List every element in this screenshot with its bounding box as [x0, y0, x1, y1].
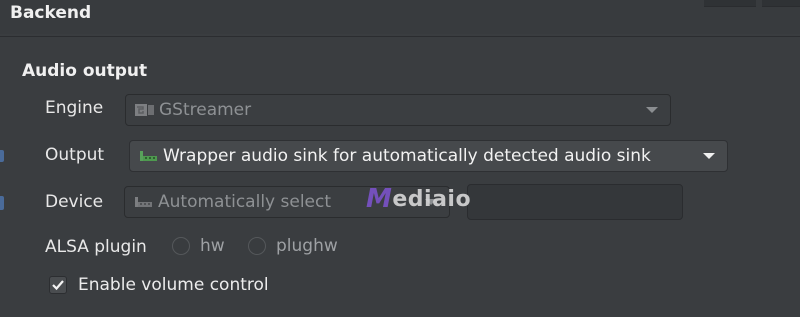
engine-combo[interactable]: GStreamer — [125, 94, 671, 126]
volume-control-label: Enable volume control — [78, 275, 269, 295]
radio-plughw-label: plughw — [276, 236, 338, 256]
chevron-down-icon — [703, 153, 715, 159]
section-heading: Audio output — [22, 61, 148, 81]
header-bar — [0, 0, 800, 34]
scroll-indicator — [0, 150, 4, 162]
gstreamer-icon — [134, 102, 156, 118]
radio-plughw[interactable] — [248, 237, 266, 255]
volume-control-checkbox[interactable] — [49, 276, 67, 294]
output-combo[interactable]: Wrapper audio sink for automatically det… — [129, 140, 728, 172]
checkmark-icon — [52, 280, 64, 291]
toolbar-segment — [704, 0, 756, 7]
audio-sink-icon — [138, 148, 160, 164]
engine-value: GStreamer — [159, 100, 252, 120]
panel-title: Backend — [10, 3, 92, 23]
scroll-indicator — [0, 196, 4, 210]
radio-hw-label: hw — [200, 236, 225, 256]
device-value: Automatically select — [158, 192, 332, 212]
backend-settings-panel: Backend Audio output Engine GStreamer Ou… — [0, 0, 800, 317]
alsa-plugin-label: ALSA plugin — [45, 237, 147, 257]
device-label: Device — [45, 192, 104, 212]
device-entry[interactable] — [467, 184, 683, 220]
header-divider — [0, 36, 800, 37]
output-value: Wrapper audio sink for automatically det… — [163, 146, 651, 166]
audio-sink-icon — [133, 194, 155, 210]
toolbar-segment — [762, 0, 800, 7]
chevron-down-icon — [646, 107, 658, 113]
radio-hw[interactable] — [172, 237, 190, 255]
output-label: Output — [45, 145, 105, 165]
mediaio-watermark: Mediaio — [366, 184, 472, 214]
engine-label: Engine — [45, 98, 104, 118]
